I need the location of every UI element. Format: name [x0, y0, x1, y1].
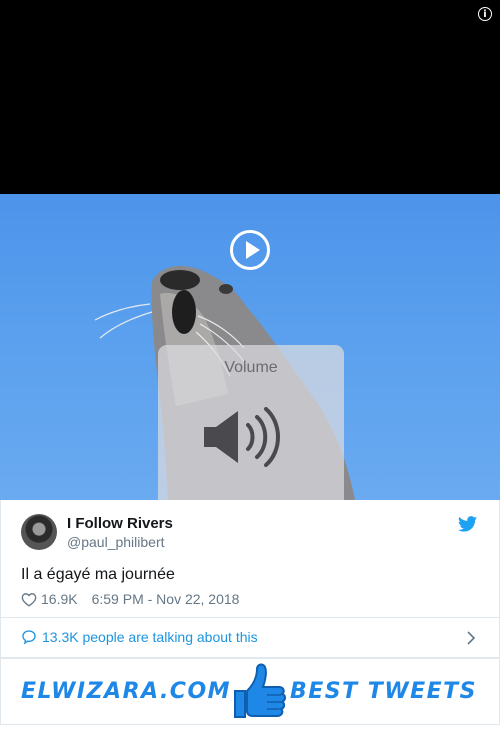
twitter-bird-icon[interactable]: [458, 516, 477, 532]
video-player[interactable]: i Volume: [0, 0, 500, 500]
speaker-icon: [204, 407, 280, 467]
avatar[interactable]: [21, 514, 57, 550]
timestamp[interactable]: 6:59 PM - Nov 22, 2018: [92, 591, 240, 607]
chevron-right-icon[interactable]: [467, 631, 475, 645]
divider: [1, 617, 499, 618]
volume-label: Volume: [224, 359, 278, 376]
banner-tagline[interactable]: BEST TWEETS: [290, 679, 477, 704]
conversation-text: 13.3K people are talking about this: [42, 629, 258, 645]
speech-bubble-icon: [22, 630, 36, 645]
tweet-text: Il a égayé ma journée: [21, 566, 175, 583]
author-name[interactable]: I Follow Rivers: [67, 515, 173, 532]
heart-icon[interactable]: [21, 592, 37, 607]
site-banner: ELWIZARA.COM BEST TWEETS: [0, 658, 500, 725]
like-count[interactable]: 16.9K: [41, 591, 78, 607]
author-handle[interactable]: @paul_philibert: [67, 534, 165, 550]
volume-overlay: Volume: [158, 345, 344, 500]
thumbs-up-icon: [234, 663, 286, 718]
tweet-meta: 16.9K 6:59 PM - Nov 22, 2018: [21, 591, 239, 607]
play-icon[interactable]: [230, 230, 270, 270]
tweet-card: I Follow Rivers @paul_philibert Il a éga…: [0, 500, 500, 658]
banner-site-name[interactable]: ELWIZARA.COM: [21, 679, 231, 704]
info-icon[interactable]: i: [478, 7, 492, 21]
conversation-link[interactable]: 13.3K people are talking about this: [21, 629, 258, 645]
